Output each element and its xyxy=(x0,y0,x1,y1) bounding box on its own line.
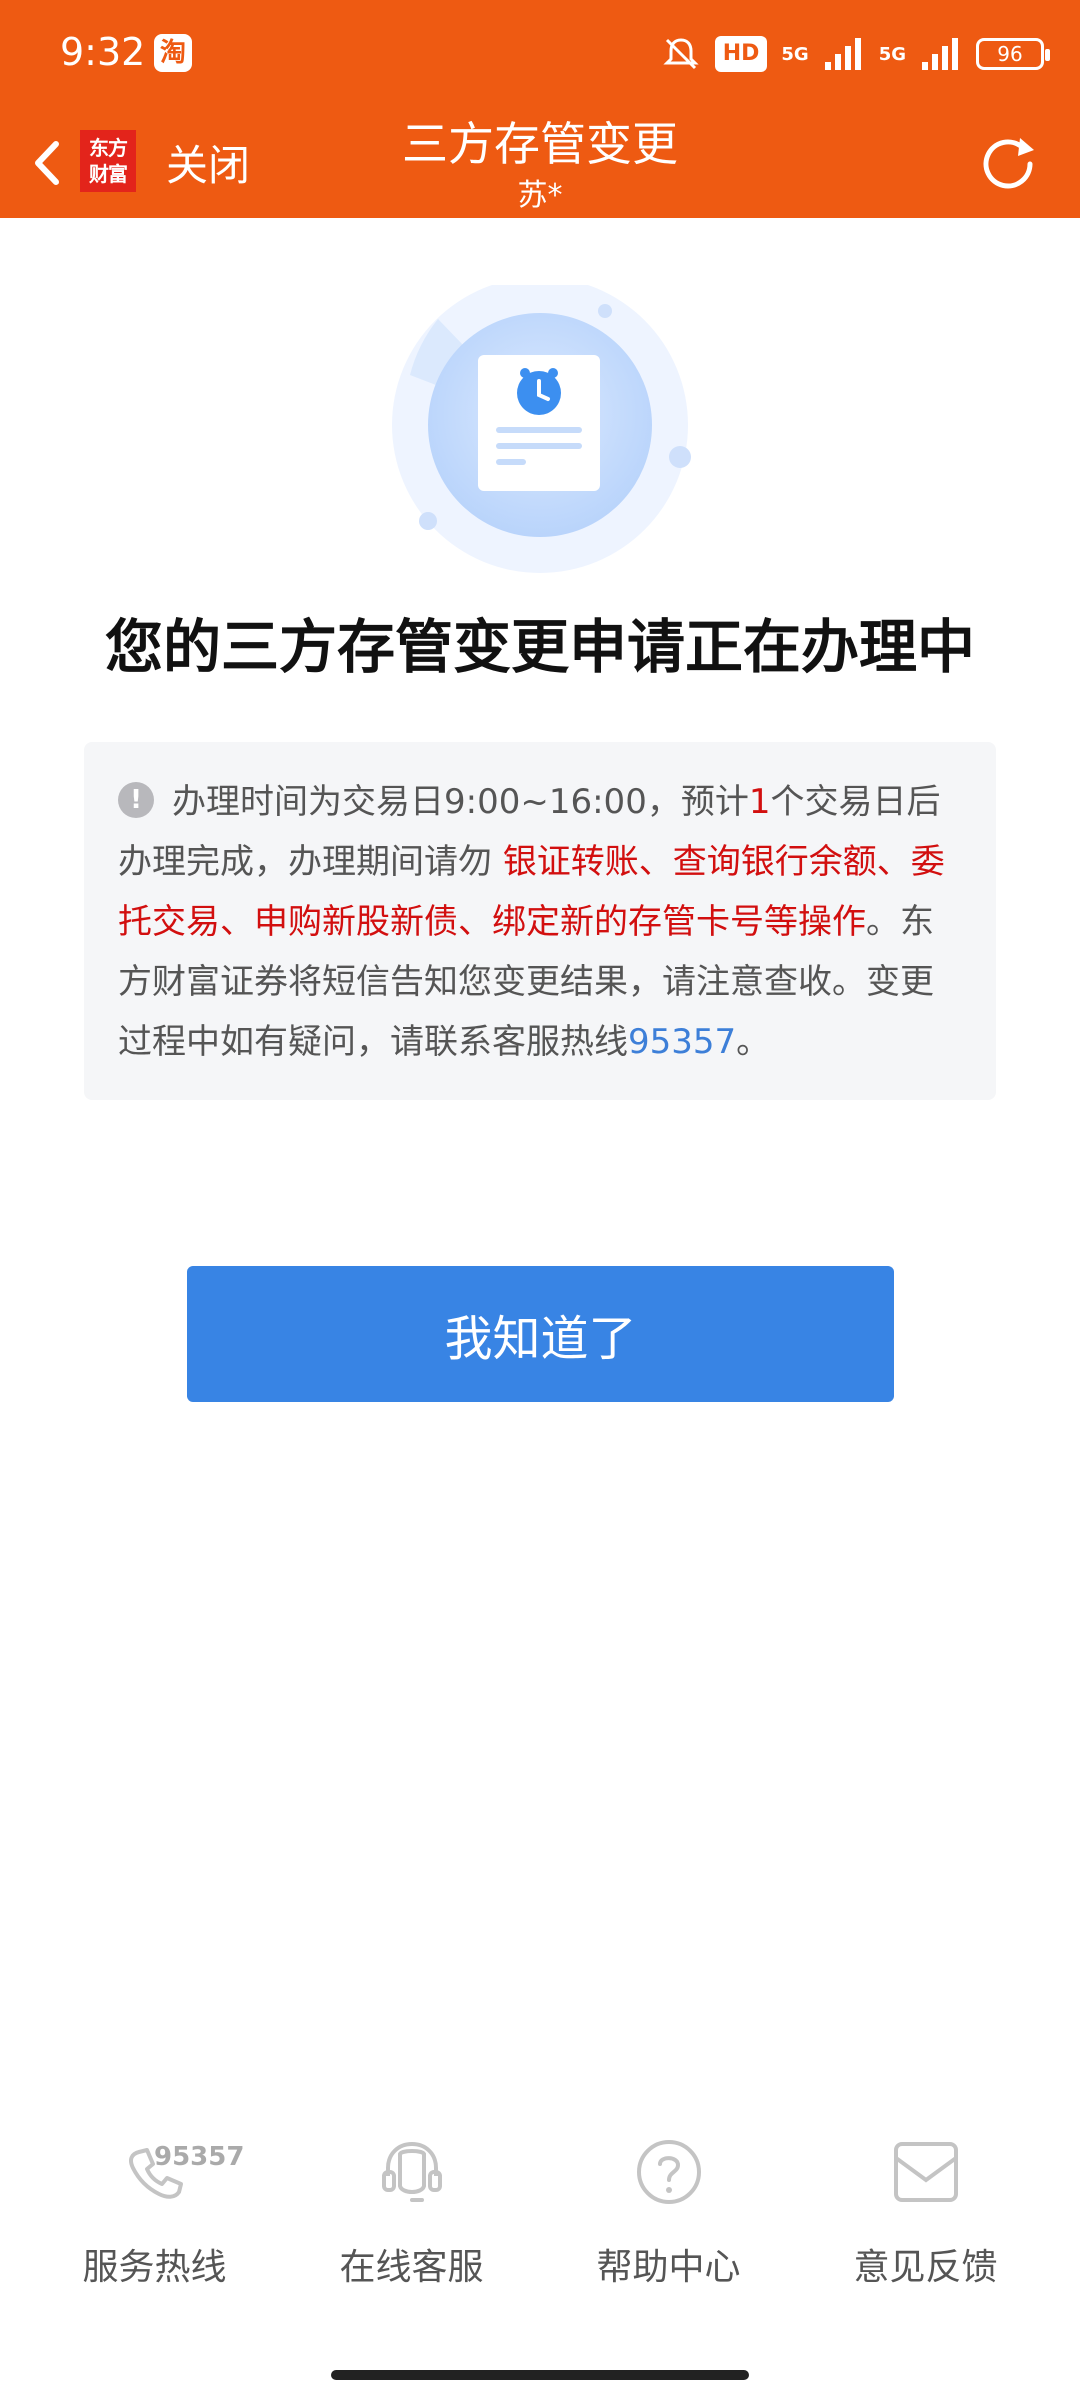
hd-voice-badge: HD xyxy=(714,36,768,72)
exclamation-icon: ! xyxy=(118,781,154,818)
online-service-item[interactable]: 在线客服 xyxy=(283,2120,540,2300)
mail-icon xyxy=(893,2142,958,2202)
online-service-label: 在线客服 xyxy=(339,2247,484,2288)
help-center-label: 帮助中心 xyxy=(596,2247,741,2288)
service-hotline-label: 服务热线 xyxy=(82,2247,227,2288)
home-indicator[interactable] xyxy=(331,2370,749,2380)
taobao-notification-icon: 淘 xyxy=(154,34,192,72)
service-hotline-item[interactable]: 95357 服务热线 xyxy=(26,2120,283,2300)
processing-document-illustration xyxy=(392,285,691,573)
status-headline: 您的三方存管变更申请正在办理中 xyxy=(104,613,975,681)
signal-icon-2 xyxy=(922,38,958,70)
status-bar: 9:32 淘 HD 5G 5G 96 xyxy=(0,0,1080,108)
status-indicators: HD 5G 5G 96 xyxy=(661,30,1050,78)
question-icon xyxy=(636,2140,701,2204)
refresh-icon[interactable] xyxy=(972,128,1044,200)
notice-days: 1 xyxy=(748,782,771,822)
page-title: 三方存管变更 xyxy=(402,117,678,171)
network-5g-label-2: 5G xyxy=(878,43,906,65)
notice-box: ! 办理时间为交易日9:00~16:00，预计1个交易日后办理完成，办理期间请勿 … xyxy=(84,742,996,1100)
bottom-service-bar: 95357 服务热线 在线客服 帮助中心 意见反馈 xyxy=(0,2120,1080,2300)
battery-icon: 96 xyxy=(976,38,1050,70)
network-5g-label: 5G xyxy=(781,43,809,65)
signal-icon xyxy=(824,38,861,70)
got-it-button[interactable]: 我知道了 xyxy=(187,1266,894,1402)
nav-bar: 东方 财富 关闭 三方存管变更 苏* xyxy=(0,108,1080,218)
bell-muted-icon xyxy=(663,38,699,70)
status-time: 9:32 xyxy=(60,30,146,74)
feedback-label: 意见反馈 xyxy=(853,2247,998,2288)
hotline-number-badge: 95357 xyxy=(154,2142,245,2172)
hotline-link[interactable]: 95357 xyxy=(628,1022,736,1062)
page-subtitle: 苏* xyxy=(517,178,563,213)
headset-icon xyxy=(381,2141,442,2202)
help-center-item[interactable]: 帮助中心 xyxy=(540,2120,797,2300)
notice-text-4: 。 xyxy=(736,1022,771,1062)
feedback-item[interactable]: 意见反馈 xyxy=(797,2120,1054,2300)
notice-text-1: 办理时间为交易日9:00~16:00，预计 xyxy=(172,782,749,822)
